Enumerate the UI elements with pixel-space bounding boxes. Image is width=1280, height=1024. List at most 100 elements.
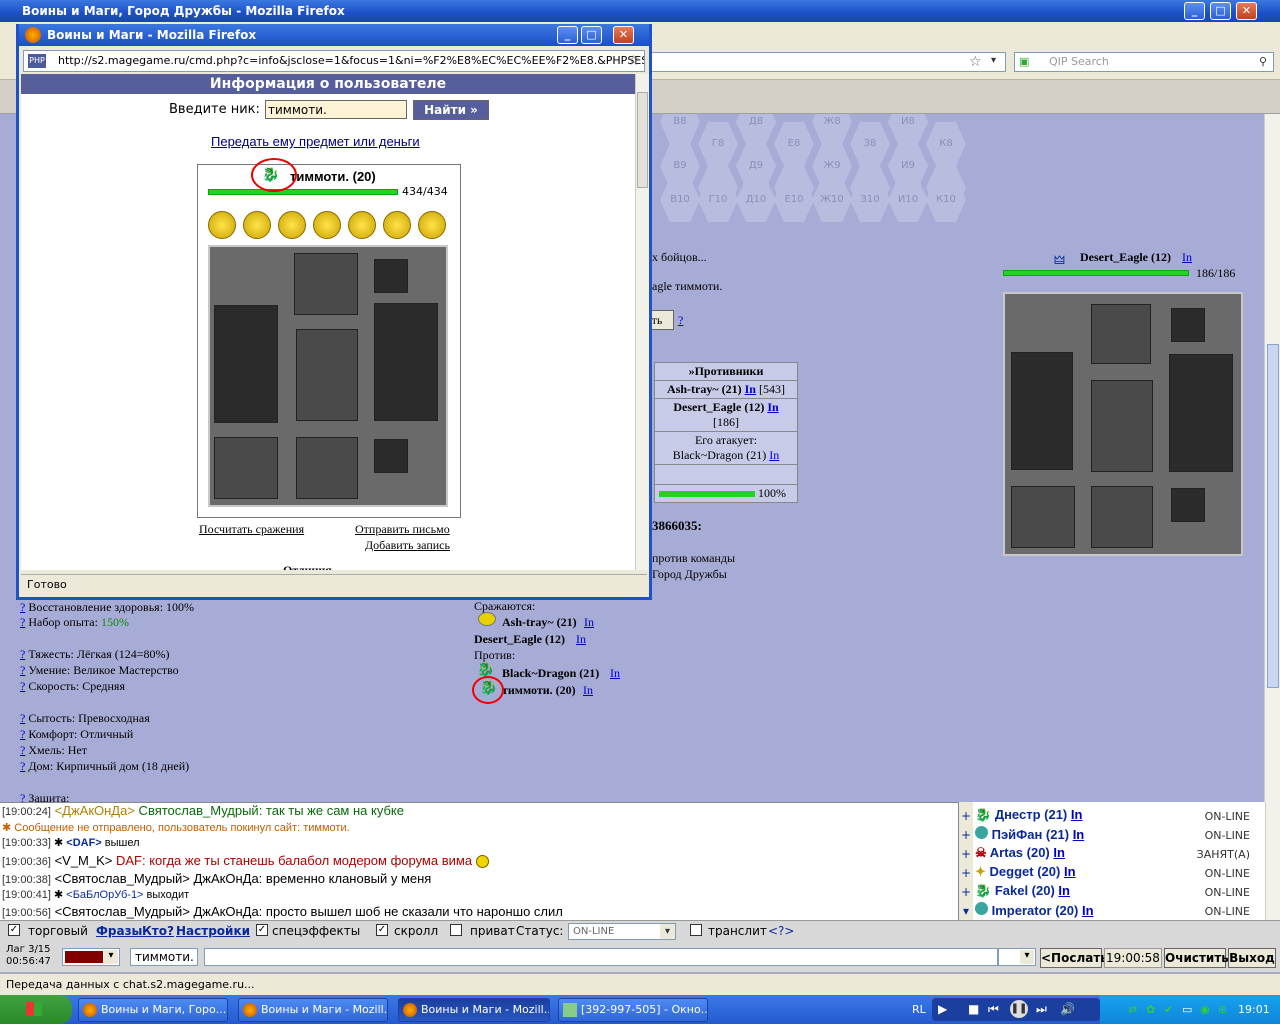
send-button[interactable]: <Послать [1040,948,1108,968]
weapon-slot[interactable] [1011,352,1073,470]
info-link[interactable]: In [769,448,779,462]
info-link[interactable]: In [767,400,778,414]
nick-input[interactable] [265,100,407,119]
hex-cell[interactable]: В10 [660,178,700,222]
translit-checkbox[interactable] [690,924,702,936]
transfer-link[interactable]: Передать ему предмет или деньги [211,134,420,149]
gloves-slot[interactable] [1011,486,1075,548]
user-name[interactable]: Fakel (20) [995,883,1055,898]
hex-cell[interactable]: Г10 [698,178,738,222]
expand-column[interactable]: + + + + + ▾ [959,802,973,920]
recipient-field[interactable]: тиммоти. [130,948,198,966]
page-scrollbar[interactable] [1264,114,1280,802]
armor-slot[interactable] [1091,380,1153,472]
clear-button[interactable]: Очистить [1164,948,1229,968]
boots-slot[interactable] [1091,486,1153,548]
armor-slot[interactable] [296,329,358,421]
stop-icon[interactable]: ■ [968,1002,979,1016]
enemy-info-link[interactable]: In [1182,250,1192,265]
info-link[interactable]: In [576,632,586,647]
popup-minimize-button[interactable]: _ [557,26,578,44]
hex-cell[interactable]: К10 [926,178,966,222]
next-icon[interactable]: ⏭ [1036,1002,1047,1017]
scrollbar-thumb[interactable] [1267,344,1279,688]
user-name[interactable]: Artas (20) [990,845,1050,860]
magnifier-icon[interactable]: ⚲ [1259,53,1267,71]
chevron-down-icon[interactable]: ▾ [104,950,118,964]
helmet-slot[interactable] [1091,304,1151,364]
chevron-down-icon[interactable]: ▾ [1020,950,1034,964]
hex-cell[interactable]: К8 [926,122,966,166]
hex-cell[interactable]: Д8 [736,114,776,144]
info-link[interactable]: In [584,615,594,630]
translit-help-link[interactable]: <?> [768,924,794,938]
help-link[interactable]: ? [20,759,25,773]
who-link[interactable]: Кто? [142,924,174,938]
hex-cell[interactable]: Ж10 [812,178,852,222]
trade-checkbox[interactable]: ✓ [8,924,20,936]
address-bar[interactable]: ☆ ▾ [650,52,1006,72]
help-link[interactable]: ? [20,647,25,661]
chevron-down-icon[interactable]: ▾ [660,924,675,939]
chat-nick[interactable]: <DAF> [66,837,101,849]
fighter-name[interactable]: тиммоти. (20) [502,683,576,698]
info-link[interactable]: In [1064,864,1076,879]
boots-slot[interactable] [296,437,358,499]
effects-checkbox[interactable]: ✓ [256,924,268,936]
hex-cell[interactable]: В8 [660,114,700,144]
hex-cell[interactable]: Е10 [774,178,814,222]
opponent-name[interactable]: Ash-tray~ (21) [667,382,742,396]
popup-address-bar[interactable]: PHP http://s2.magegame.ru/cmd.php?c=info… [23,50,645,72]
help-link[interactable]: ? [678,313,683,328]
private-checkbox[interactable] [450,924,462,936]
hex-cell[interactable]: И10 [888,178,928,222]
user-name[interactable]: Imperator (20) [992,903,1079,918]
maximize-button[interactable]: □ [1210,2,1231,20]
user-name[interactable]: ПэйФан (21) [992,827,1069,842]
message-input[interactable] [204,948,998,966]
info-link[interactable]: In [1073,827,1085,842]
language-indicator[interactable]: RL [912,1003,926,1016]
taskbar-item-active[interactable]: Воины и Маги - Mozill... [398,998,550,1022]
chat-nick[interactable]: <БаБлОрУб-1> [66,889,143,901]
ring-slot[interactable] [374,439,408,473]
count-battles-link[interactable]: Посчитать сражения [199,522,304,537]
help-link[interactable]: ? [20,615,25,629]
find-button[interactable]: Найти » [413,100,489,120]
hex-cell[interactable]: Д10 [736,178,776,222]
help-link[interactable]: ? [20,679,25,693]
info-link[interactable]: In [1082,903,1094,918]
close-button[interactable]: ✕ [1236,2,1257,20]
scroll-checkbox[interactable]: ✓ [376,924,388,936]
info-link[interactable]: In [610,666,620,681]
taskbar-item[interactable]: [392-997-505] - Окно... [558,998,708,1022]
hex-cell[interactable]: И8 [888,114,928,144]
add-record-link[interactable]: Добавить запись [365,538,450,553]
pause-icon[interactable]: ❚❚ [1010,1000,1028,1018]
hex-cell[interactable]: Г8 [698,122,738,166]
weapon-slot[interactable] [214,305,278,423]
antivirus-icon[interactable]: ⊕ [1218,1003,1227,1016]
hex-cell[interactable]: Е8 [774,122,814,166]
color-select[interactable]: ▾ [62,948,120,966]
helmet-slot[interactable] [294,253,358,315]
popup-scrollbar[interactable] [635,74,649,570]
gloves-slot[interactable] [214,437,278,499]
fighter-name[interactable]: Desert_Eagle (12) [474,632,565,647]
start-button[interactable] [0,995,72,1024]
volume-icon[interactable]: 🔊 [1060,1002,1075,1016]
hex-cell[interactable]: З10 [850,178,890,222]
amulet-slot[interactable] [1171,308,1205,342]
help-link[interactable]: ? [20,727,25,741]
status-select[interactable]: ON-LINE ▾ [568,923,676,940]
monitor-icon[interactable]: ▭ [1182,1003,1192,1016]
help-link[interactable]: ? [20,663,25,677]
shield-slot[interactable] [374,303,438,421]
enemy-name[interactable]: Desert_Eagle (12) [1080,250,1171,265]
bookmark-star-icon[interactable]: ☆ [969,54,982,70]
help-link[interactable]: ? [20,600,25,614]
attacker-name[interactable]: Black~Dragon (21) [673,448,766,462]
info-link[interactable]: In [1053,845,1065,860]
qip-search-icon[interactable]: ▣ [1019,53,1043,71]
qip-tray-icon[interactable]: ✿ [1146,1003,1155,1016]
